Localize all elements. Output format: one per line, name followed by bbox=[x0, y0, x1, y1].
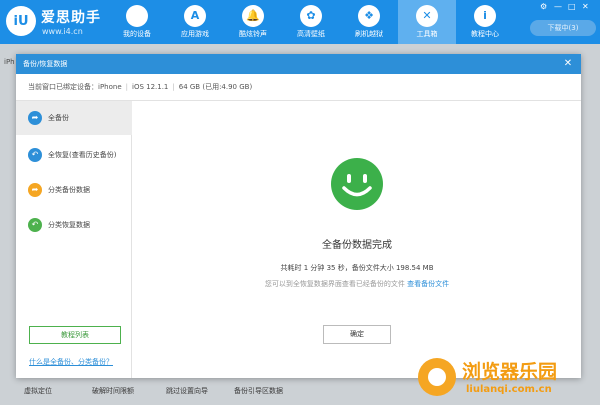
dropbox-icon: ❖ bbox=[358, 5, 380, 27]
nav-label: 高清壁纸 bbox=[297, 30, 325, 38]
bell-icon: 🔔 bbox=[242, 5, 264, 27]
minimize-icon[interactable]: — bbox=[554, 2, 562, 11]
watermark-url: liulanqi.com.cn bbox=[466, 384, 552, 395]
restore-arrow-icon: ↶ bbox=[28, 148, 42, 162]
view-backup-files-link[interactable]: 查看备份文件 bbox=[407, 280, 449, 288]
category-restore-icon: ↶ bbox=[28, 218, 42, 232]
success-smile-icon bbox=[331, 158, 383, 210]
app-url: www.i4.cn bbox=[42, 27, 83, 36]
backup-help-link[interactable]: 什么是全备份、分类备份？ bbox=[29, 357, 113, 367]
apple-icon bbox=[126, 5, 148, 27]
nav-my-device[interactable]: 我的设备 bbox=[108, 0, 166, 44]
nav-label: 教程中心 bbox=[471, 30, 499, 38]
app-logo: iU bbox=[6, 6, 36, 36]
app-brand: 爱思助手 bbox=[41, 10, 101, 26]
note-text: 您可以到全恢复数据界面查看已经备份的文件 bbox=[264, 280, 405, 288]
backup-arrow-icon: ➦ bbox=[28, 111, 42, 125]
watermark-text: 浏览器乐园 bbox=[462, 361, 558, 383]
backup-restore-dialog: 备份/恢复数据 ✕ 当前窗口已绑定设备：iPhone | iOS 12.1.1 | 64… bbox=[16, 54, 581, 378]
sidebar-item-label: 分类备份数据 bbox=[48, 186, 90, 194]
sidebar-item-full-restore[interactable]: ↶ 全恢复(查看历史备份) bbox=[16, 138, 132, 172]
download-status-button[interactable]: 下载中(3) bbox=[530, 20, 596, 36]
settings-icon[interactable]: ⚙ bbox=[540, 2, 547, 11]
nav-tutorials[interactable]: i 教程中心 bbox=[456, 0, 514, 44]
sidebar-item-label: 分类恢复数据 bbox=[48, 221, 90, 229]
nav-ringtones[interactable]: 🔔 酷炫铃声 bbox=[224, 0, 282, 44]
app-store-icon: A bbox=[184, 5, 206, 27]
maximize-icon[interactable]: □ bbox=[568, 2, 576, 11]
nav-apps[interactable]: A 应用游戏 bbox=[166, 0, 224, 44]
tools-icon: ✕ bbox=[416, 5, 438, 27]
backup-note: 您可以到全恢复数据界面查看已经备份的文件 查看备份文件 bbox=[133, 279, 581, 289]
flower-icon: ✿ bbox=[300, 5, 322, 27]
backup-complete-title: 全备份数据完成 bbox=[322, 240, 392, 251]
backup-stats: 共耗时 1 分钟 35 秒，备份文件大小 198.54 MB bbox=[280, 264, 434, 272]
dialog-title: 备份/恢复数据 bbox=[16, 54, 581, 74]
nav-wallpapers[interactable]: ✿ 高清壁纸 bbox=[282, 0, 340, 44]
ios-version: iOS 12.1.1 bbox=[132, 83, 169, 91]
tutorial-list-button[interactable]: 教程列表 bbox=[29, 326, 121, 344]
nav-label: 我的设备 bbox=[123, 30, 151, 38]
close-icon[interactable]: ✕ bbox=[561, 57, 575, 71]
sidebar-item-label: 全备份 bbox=[48, 114, 69, 122]
category-backup-icon: ➦ bbox=[28, 183, 42, 197]
nav-flash-jailbreak[interactable]: ❖ 刷机越狱 bbox=[340, 0, 398, 44]
watermark-logo-icon bbox=[418, 358, 456, 396]
dialog-content: 全备份数据完成 共耗时 1 分钟 35 秒，备份文件大小 198.54 MB 您… bbox=[133, 101, 581, 378]
storage-info: 64 GB (已用:4.90 GB) bbox=[178, 83, 253, 91]
device-label: 当前窗口已绑定设备：iPhone bbox=[28, 83, 122, 91]
nav-toolbox[interactable]: ✕ 工具箱 bbox=[398, 0, 456, 44]
close-window-icon[interactable]: ✕ bbox=[582, 2, 589, 11]
app-header: iU 爱思助手 www.i4.cn 我的设备 A 应用游戏 🔔 酷炫铃声 ✿ 高… bbox=[0, 0, 600, 44]
info-icon: i bbox=[474, 5, 496, 27]
dialog-sidebar: ➦ 全备份 ↶ 全恢复(查看历史备份) ➦ 分类备份数据 ↶ 分类恢复数据 教程… bbox=[16, 101, 132, 378]
confirm-button[interactable]: 确定 bbox=[323, 325, 391, 344]
nav-label: 酷炫铃声 bbox=[239, 30, 267, 38]
nav-label: 应用游戏 bbox=[181, 30, 209, 38]
site-watermark: 浏览器乐园 liulanqi.com.cn bbox=[418, 354, 598, 402]
sidebar-item-category-restore[interactable]: ↶ 分类恢复数据 bbox=[16, 208, 132, 242]
nav-label: 刷机越狱 bbox=[355, 30, 383, 38]
sidebar-item-label: 全恢复(查看历史备份) bbox=[48, 151, 117, 159]
device-info-bar: 当前窗口已绑定设备：iPhone | iOS 12.1.1 | 64 GB (已用:4.… bbox=[16, 74, 581, 101]
sidebar-item-full-backup[interactable]: ➦ 全备份 bbox=[16, 101, 132, 135]
nav-label: 工具箱 bbox=[416, 30, 438, 38]
sidebar-item-category-backup[interactable]: ➦ 分类备份数据 bbox=[16, 173, 132, 207]
